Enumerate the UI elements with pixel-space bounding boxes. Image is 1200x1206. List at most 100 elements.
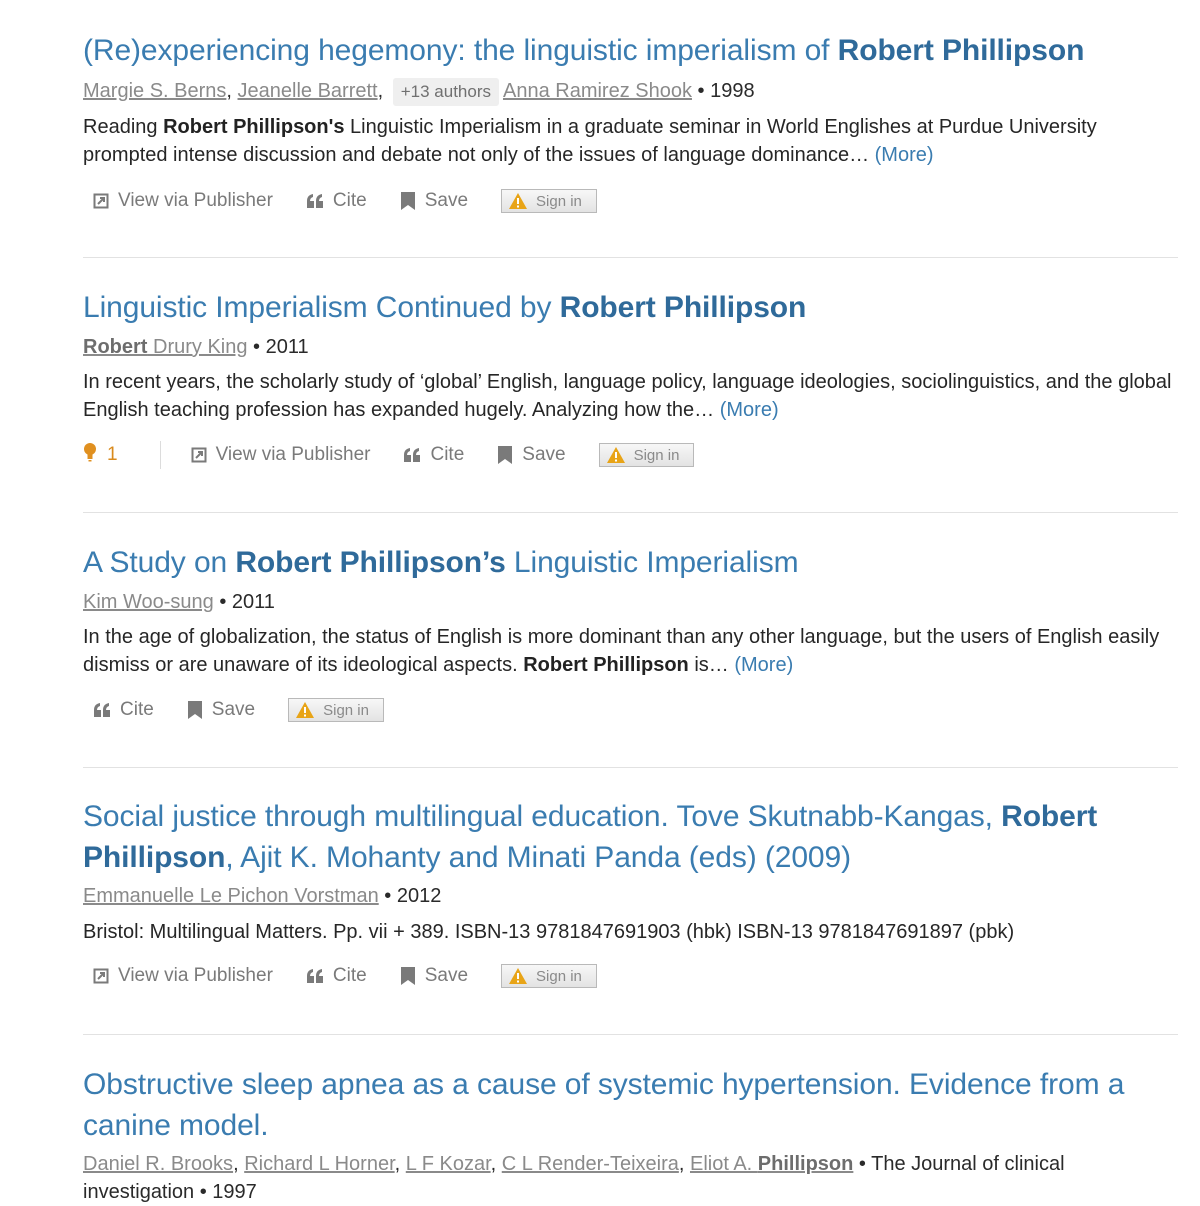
- sign-in-button[interactable]: Sign in: [501, 964, 597, 988]
- cite-label: Cite: [120, 699, 154, 720]
- cite-button[interactable]: Cite: [93, 699, 154, 721]
- result-title-link[interactable]: Obstructive sleep apnea as a cause of sy…: [83, 1064, 1178, 1146]
- view-via-publisher-button[interactable]: View via Publisher: [93, 190, 273, 212]
- view-via-publisher-label: View via Publisher: [118, 190, 273, 211]
- highly-influential-citations[interactable]: 1: [83, 442, 118, 468]
- publication-info: • 1998: [691, 80, 755, 102]
- cite-label: Cite: [430, 444, 465, 465]
- view-via-publisher-label: View via Publisher: [118, 965, 273, 986]
- author-name: Drury King: [147, 336, 248, 358]
- warning-icon: [295, 701, 323, 719]
- warning-icon: [508, 192, 536, 210]
- search-result: A Study on Robert Phillipson’s Linguisti…: [83, 542, 1178, 724]
- result-meta: Robert Drury King • 2011: [83, 333, 1178, 361]
- result-abstract: Bristol: Multilingual Matters. Pp. vii +…: [83, 918, 1178, 946]
- result-meta: Kim Woo-sung • 2011: [83, 588, 1178, 616]
- author-separator: ,: [394, 1153, 406, 1175]
- author-separator: ,: [233, 1153, 245, 1175]
- cite-button[interactable]: Cite: [306, 965, 367, 987]
- cite-button[interactable]: Cite: [306, 190, 367, 212]
- divider: [159, 441, 161, 469]
- author-name: Jeanelle Barrett: [237, 80, 378, 102]
- view-via-publisher-label: View via Publisher: [215, 444, 371, 465]
- result-title-link[interactable]: (Re)experiencing hegemony: the linguisti…: [83, 30, 1178, 71]
- author-link[interactable]: Richard L Horner: [244, 1153, 394, 1175]
- author-link[interactable]: Margie S. Berns: [83, 80, 226, 102]
- sign-in-button[interactable]: Sign in: [598, 443, 695, 467]
- author-link[interactable]: Jeanelle Barrett: [238, 80, 378, 102]
- author-separator: ,: [377, 80, 389, 102]
- abstract-highlight: Robert Phillipson: [523, 654, 689, 676]
- author-highlight: Robert: [83, 336, 148, 358]
- title-text: Social justice through multilingual educ…: [83, 800, 1002, 833]
- cite-label: Cite: [332, 190, 367, 211]
- title-highlight: Robert Phillipson: [559, 291, 807, 324]
- more-button[interactable]: (More): [734, 654, 793, 676]
- quote-icon: [306, 193, 333, 209]
- title-text: , Ajit K. Mohanty and Minati Panda (eds)…: [225, 841, 851, 874]
- author-separator: ,: [226, 80, 238, 102]
- save-button[interactable]: Save: [400, 190, 468, 212]
- quote-icon: [306, 968, 333, 984]
- result-actions: 1 View via Publisher Cite Save Sign in: [83, 441, 1178, 469]
- abstract-text: Bristol: Multilingual Matters. Pp. vii +…: [83, 921, 1015, 943]
- author-name: Emmanuelle Le Pichon Vorstman: [83, 885, 379, 907]
- more-button[interactable]: (More): [875, 144, 934, 166]
- author-link[interactable]: Eliot A. Phillipson: [690, 1153, 853, 1175]
- sign-in-button[interactable]: Sign in: [501, 189, 597, 213]
- bookmark-icon: [400, 191, 425, 211]
- title-text: (Re)experiencing hegemony: the linguisti…: [83, 34, 838, 67]
- result-title-link[interactable]: Linguistic Imperialism Continued by Robe…: [83, 287, 1178, 328]
- save-button[interactable]: Save: [400, 965, 468, 987]
- search-result: (Re)experiencing hegemony: the linguisti…: [83, 30, 1178, 215]
- title-text: Linguistic Imperialism: [505, 546, 799, 579]
- author-name: Eliot A.: [689, 1153, 758, 1175]
- result-title-link[interactable]: A Study on Robert Phillipson’s Linguisti…: [83, 542, 1178, 583]
- more-authors-button[interactable]: +13 authors: [392, 78, 499, 106]
- author-link[interactable]: Kim Woo-sung: [83, 591, 214, 613]
- more-button[interactable]: (More): [720, 399, 779, 421]
- external-link-icon: [93, 193, 118, 209]
- title-highlight: Robert Phillipson: [837, 34, 1085, 67]
- author-separator: ,: [678, 1153, 690, 1175]
- view-via-publisher-button[interactable]: View via Publisher: [93, 965, 273, 987]
- author-separator: ,: [490, 1153, 502, 1175]
- sign-in-button[interactable]: Sign in: [288, 698, 384, 722]
- warning-icon: [606, 446, 634, 464]
- result-divider: [83, 1034, 1178, 1035]
- result-abstract: Reading Robert Phillipson's Linguistic I…: [83, 113, 1178, 169]
- author-name: Richard L Horner: [244, 1153, 395, 1175]
- result-meta: Margie S. Berns, Jeanelle Barrett, +13 a…: [83, 77, 1178, 106]
- author-link[interactable]: Anna Ramirez Shook: [503, 80, 692, 102]
- result-title-link[interactable]: Social justice through multilingual educ…: [83, 796, 1178, 878]
- sign-in-label: Sign in: [536, 192, 582, 210]
- save-label: Save: [424, 190, 469, 211]
- cite-button[interactable]: Cite: [403, 444, 464, 466]
- search-result: Obstructive sleep apnea as a cause of sy…: [83, 1064, 1178, 1206]
- author-name: Daniel R. Brooks: [83, 1153, 234, 1175]
- save-label: Save: [211, 699, 256, 720]
- title-text: A Study on: [83, 546, 236, 579]
- quote-icon: [403, 447, 430, 463]
- bookmark-icon: [400, 966, 425, 986]
- author-highlight: Phillipson: [757, 1153, 854, 1175]
- save-button[interactable]: Save: [497, 444, 566, 466]
- result-divider: [83, 767, 1178, 768]
- result-actions: View via Publisher Cite Save Sign in: [83, 187, 1178, 215]
- author-link[interactable]: Robert Drury King: [83, 336, 247, 358]
- author-name: Kim Woo-sung: [83, 591, 214, 613]
- bookmark-icon: [187, 700, 212, 720]
- author-link[interactable]: Emmanuelle Le Pichon Vorstman: [83, 885, 379, 907]
- bookmark-icon: [497, 445, 522, 465]
- quote-icon: [93, 702, 120, 718]
- view-via-publisher-button[interactable]: View via Publisher: [191, 444, 371, 466]
- author-link[interactable]: Daniel R. Brooks: [83, 1153, 233, 1175]
- save-button[interactable]: Save: [187, 699, 255, 721]
- author-link[interactable]: L F Kozar: [406, 1153, 491, 1175]
- result-actions: Cite Save Sign in: [83, 696, 1178, 724]
- sign-in-label: Sign in: [536, 967, 582, 985]
- save-label: Save: [522, 444, 566, 465]
- author-link[interactable]: C L Render-Teixeira: [502, 1153, 679, 1175]
- title-highlight: Robert Phillipson’s: [235, 546, 506, 579]
- author-name: Margie S. Berns: [83, 80, 227, 102]
